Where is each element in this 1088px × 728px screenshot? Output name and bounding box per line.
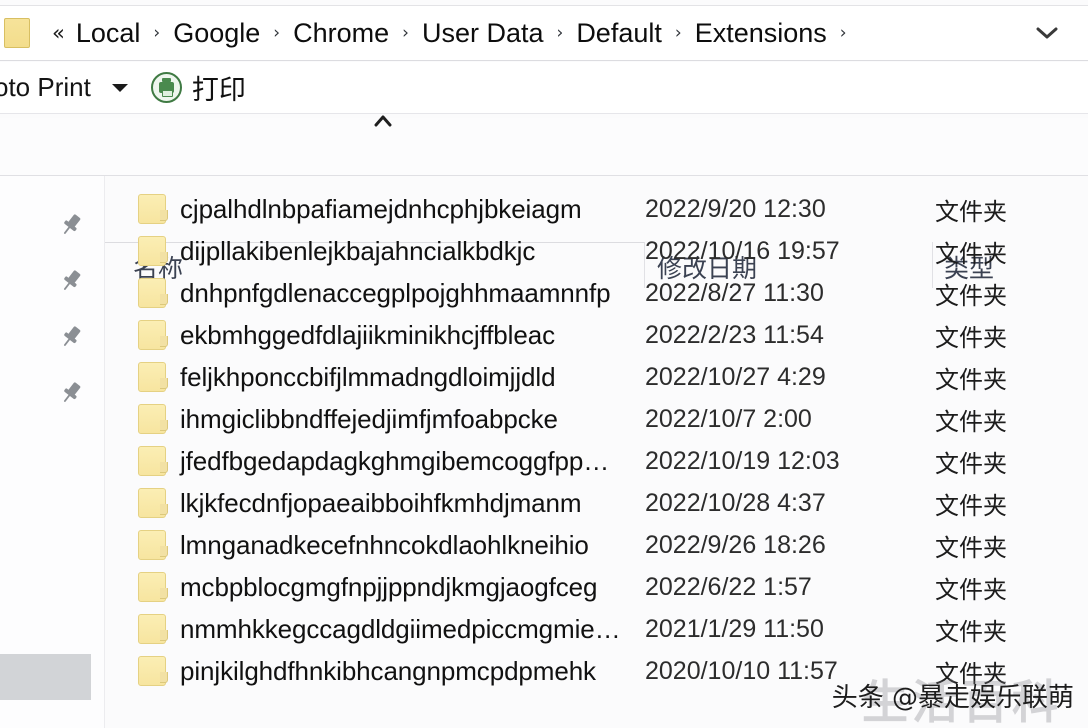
file-name[interactable]: feljkhponccbifjlmmadngdloimjjdld	[180, 362, 556, 393]
table-row[interactable]: lmnganadkecefnhncokdlaohlkneihio 2022/9/…	[105, 524, 1088, 566]
chevron-down-icon[interactable]	[1030, 16, 1064, 50]
folder-icon	[138, 614, 168, 644]
folder-icon	[138, 404, 168, 434]
sort-ascending-icon	[373, 113, 393, 129]
file-name[interactable]: lmnganadkecefnhncokdlaohlkneihio	[180, 530, 589, 561]
photo-print-label[interactable]: oto Print	[0, 72, 91, 103]
file-date-modified: 2022/10/28 4:37	[645, 488, 826, 517]
breadcrumb-separator-icon[interactable]: ›	[669, 23, 688, 43]
file-name[interactable]: ekbmhggedfdlajiikminikhcjffbleac	[180, 320, 555, 351]
file-type: 文件夹	[935, 491, 1007, 520]
file-date-modified: 2022/10/7 2:00	[645, 404, 812, 433]
file-name[interactable]: dnhpnfgdlenaccegplpojghhmaamnnfp	[180, 278, 611, 309]
breadcrumb-item-chrome[interactable]: Chrome	[286, 19, 396, 47]
file-date-modified: 2021/1/29 11:50	[645, 614, 824, 643]
address-bar[interactable]: « Local › Google › Chrome › User Data › …	[0, 5, 1088, 61]
breadcrumb-separator-icon[interactable]: ›	[834, 23, 853, 43]
breadcrumb-item-local[interactable]: Local	[69, 19, 148, 47]
file-name[interactable]: cjpalhdlnbpafiamejdnhcphjbkeiagm	[180, 194, 582, 225]
table-row[interactable]: lkjkfecdnfjopaeaibboihfkmhdjmanm 2022/10…	[105, 482, 1088, 524]
table-row[interactable]: ihmgiclibbndffejedjimfjmfoabpcke 2022/10…	[105, 398, 1088, 440]
folder-icon	[138, 236, 168, 266]
file-date-modified: 2022/2/23 11:54	[645, 320, 824, 349]
file-date-modified: 2022/9/26 18:26	[645, 530, 826, 559]
file-date-modified: 2022/10/16 19:57	[645, 236, 840, 265]
file-type: 文件夹	[935, 407, 1007, 436]
breadcrumb-separator-icon[interactable]: ›	[551, 23, 570, 43]
table-row[interactable]: nmmhkkegccagdldgiimedpiccmgmie… 2021/1/2…	[105, 608, 1088, 650]
file-type: 文件夹	[935, 365, 1007, 394]
watermark: 头条 @暴走娱乐联萌	[831, 683, 1074, 713]
folder-icon	[138, 194, 168, 224]
file-date-modified: 2020/10/10 11:57	[645, 656, 838, 685]
pin-icon[interactable]	[58, 212, 84, 238]
file-type: 文件夹	[935, 323, 1007, 352]
breadcrumb-separator-icon[interactable]: ›	[267, 23, 286, 43]
file-explorer-window: « Local › Google › Chrome › User Data › …	[0, 0, 1088, 728]
file-type: 文件夹	[935, 197, 1007, 226]
breadcrumb-item-google[interactable]: Google	[166, 19, 267, 47]
breadcrumb-item-extensions[interactable]: Extensions	[688, 19, 834, 47]
folder-icon	[138, 656, 168, 686]
print-button[interactable]: 打印	[192, 68, 246, 107]
caret-down-icon[interactable]	[109, 77, 131, 99]
column-header-row: 名称 修改日期 类型	[0, 118, 1088, 288]
file-type: 文件夹	[935, 239, 1007, 268]
file-date-modified: 2022/10/27 4:29	[645, 362, 826, 391]
table-row[interactable]: dijpllakibenlejkbajahncialkbdkjc 2022/10…	[105, 230, 1088, 272]
file-type: 文件夹	[935, 575, 1007, 604]
file-name[interactable]: nmmhkkegccagdldgiimedpiccmgmie…	[180, 614, 621, 645]
folder-icon	[138, 446, 168, 476]
folder-icon	[138, 530, 168, 560]
breadcrumb-item-user-data[interactable]: User Data	[415, 19, 551, 47]
pin-icon[interactable]	[58, 324, 84, 350]
file-name[interactable]: lkjkfecdnfjopaeaibboihfkmhdjmanm	[180, 488, 582, 519]
printer-icon[interactable]	[150, 72, 182, 103]
breadcrumb-item-default[interactable]: Default	[569, 19, 669, 47]
file-name[interactable]: jfedfbgedapdagkghmgibemcoggfpp…	[180, 446, 609, 477]
folder-icon	[4, 18, 30, 48]
pin-icon[interactable]	[58, 380, 84, 406]
folder-icon	[138, 278, 168, 308]
file-name[interactable]: mcbpblocgmgfnpjjppndjkmgjaogfceg	[180, 572, 597, 603]
table-row[interactable]: feljkhponccbifjlmmadngdloimjjdld 2022/10…	[105, 356, 1088, 398]
table-row[interactable]: cjpalhdlnbpafiamejdnhcphjbkeiagm 2022/9/…	[105, 188, 1088, 230]
file-name[interactable]: dijpllakibenlejkbajahncialkbdkjc	[180, 236, 535, 267]
table-row[interactable]: ekbmhggedfdlajiikminikhcjffbleac 2022/2/…	[105, 314, 1088, 356]
table-row[interactable]: mcbpblocgmgfnpjjppndjkmgjaogfceg 2022/6/…	[105, 566, 1088, 608]
folder-icon	[138, 320, 168, 350]
file-name[interactable]: ihmgiclibbndffejedjimfjmfoabpcke	[180, 404, 558, 435]
file-date-modified: 2022/8/27 11:30	[645, 278, 824, 307]
breadcrumb-separator-icon[interactable]: ›	[396, 23, 415, 43]
folder-icon	[138, 572, 168, 602]
breadcrumb-separator-icon[interactable]: ›	[147, 23, 166, 43]
folder-icon	[138, 488, 168, 518]
file-date-modified: 2022/6/22 1:57	[645, 572, 812, 601]
file-date-modified: 2022/10/19 12:03	[645, 446, 840, 475]
navigation-pane	[0, 176, 105, 728]
toolbar: oto Print 打印	[0, 62, 1088, 114]
folder-icon	[138, 362, 168, 392]
table-row[interactable]: dnhpnfgdlenaccegplpojghhmaamnnfp 2022/8/…	[105, 272, 1088, 314]
file-type: 文件夹	[935, 449, 1007, 478]
file-list: cjpalhdlnbpafiamejdnhcphjbkeiagm 2022/9/…	[105, 176, 1088, 728]
table-row[interactable]: jfedfbgedapdagkghmgibemcoggfpp… 2022/10/…	[105, 440, 1088, 482]
breadcrumb-overflow-icon[interactable]: «	[46, 21, 69, 45]
pin-icon[interactable]	[58, 268, 84, 294]
file-type: 文件夹	[935, 533, 1007, 562]
file-date-modified: 2022/9/20 12:30	[645, 194, 826, 223]
file-type: 文件夹	[935, 281, 1007, 310]
breadcrumb: « Local › Google › Chrome › User Data › …	[46, 19, 1030, 47]
file-name[interactable]: pinjkilghdfhnkibhcangnpmcpdpmehk	[180, 656, 596, 687]
status-block	[0, 654, 91, 700]
file-type: 文件夹	[935, 617, 1007, 646]
